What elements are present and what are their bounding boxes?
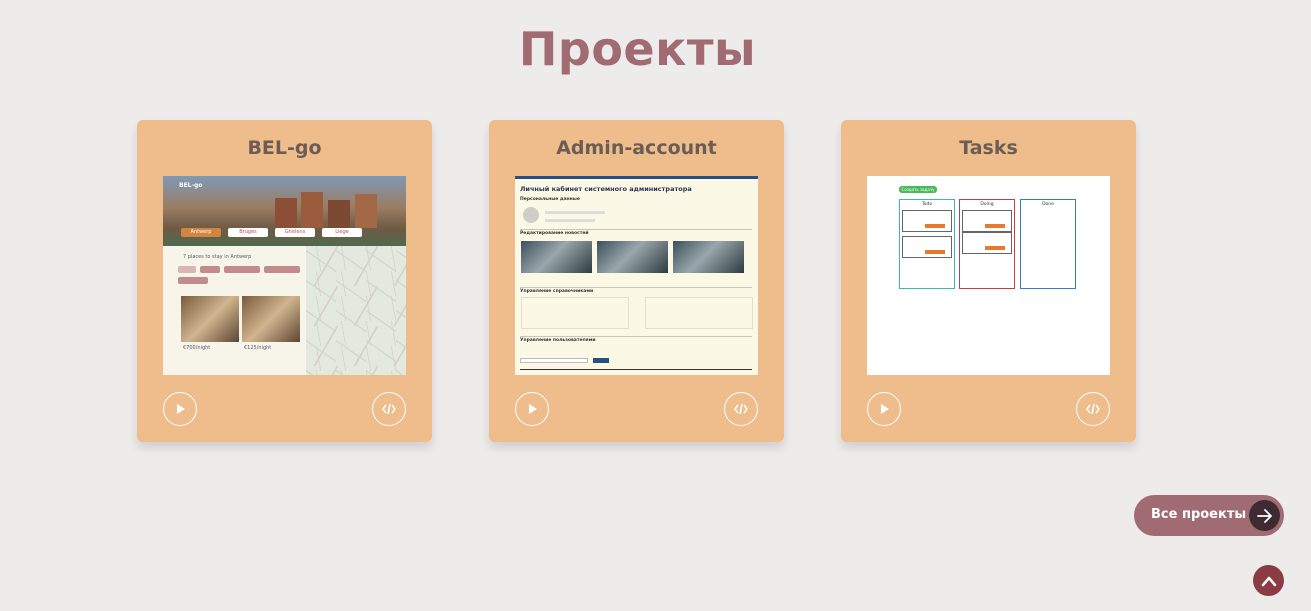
preview-tab: Antwerp xyxy=(181,228,221,237)
column-title: Todo xyxy=(921,202,933,207)
preview-column-done: Done xyxy=(1020,199,1076,289)
project-title: BEL-go xyxy=(247,137,322,159)
preview-tab: Ghelens xyxy=(275,228,315,237)
play-button[interactable] xyxy=(867,392,901,426)
preview-section: Управление пользователями xyxy=(520,338,596,343)
preview-hero: BEL-go Antwerp Bruges Ghelens Liege xyxy=(163,176,406,246)
project-preview-image[interactable]: Создать задачу Todo Doing Done xyxy=(867,176,1110,375)
preview-search-input xyxy=(520,358,588,363)
project-card-tasks: Tasks Создать задачу Todo Doing Done xyxy=(841,120,1136,442)
play-icon xyxy=(177,404,185,414)
preview-column-todo: Todo xyxy=(899,199,955,289)
preview-tab: Liege xyxy=(322,228,362,237)
preview-logo: BEL-go xyxy=(179,182,203,189)
code-icon xyxy=(382,403,396,415)
preview-column-doing: Doing xyxy=(959,199,1015,289)
all-projects-label: Все проекты xyxy=(1151,507,1247,522)
chevron-up-icon xyxy=(1261,576,1276,586)
scroll-top-button[interactable] xyxy=(1253,565,1284,596)
avatar xyxy=(523,207,539,223)
preview-section: Редактирование новостей xyxy=(520,231,589,236)
project-preview-image[interactable]: Личный кабинет системного администратора… xyxy=(515,176,758,375)
code-button[interactable] xyxy=(1076,392,1110,426)
column-title: Done xyxy=(1042,202,1054,207)
code-button[interactable] xyxy=(724,392,758,426)
project-preview-image[interactable]: BEL-go Antwerp Bruges Ghelens Liege 7 pl… xyxy=(163,176,406,375)
section-title: Проекты xyxy=(518,22,757,76)
preview-section: Персональные данные xyxy=(520,197,580,202)
preview-section: Управление справочниками xyxy=(520,289,594,294)
preview-price: €700/night xyxy=(183,345,211,351)
project-title: Tasks xyxy=(959,137,1018,159)
play-button[interactable] xyxy=(515,392,549,426)
preview-map xyxy=(306,246,406,375)
play-icon xyxy=(881,404,889,414)
project-title: Admin-account xyxy=(556,137,717,159)
code-icon xyxy=(1086,403,1100,415)
all-projects-button[interactable]: Все проекты xyxy=(1134,495,1284,536)
preview-listing: 7 places to stay in Antwerp €700/night €… xyxy=(163,246,306,375)
column-title: Doing xyxy=(980,202,994,207)
preview-search-button xyxy=(593,358,609,363)
preview-heading: 7 places to stay in Antwerp xyxy=(183,254,252,260)
preview-heading: Личный кабинет системного администратора xyxy=(520,185,692,193)
play-icon xyxy=(529,404,537,414)
play-button[interactable] xyxy=(163,392,197,426)
preview-add-task-button: Создать задачу xyxy=(899,186,937,193)
preview-admin-page: Личный кабинет системного администратора… xyxy=(515,176,758,375)
project-card-admin-account: Admin-account Личный кабинет системного … xyxy=(489,120,784,442)
code-button[interactable] xyxy=(372,392,406,426)
code-icon xyxy=(734,403,748,415)
arrow-right-icon xyxy=(1249,500,1280,531)
preview-tab: Bruges xyxy=(228,228,268,237)
preview-price: €125/night xyxy=(244,345,272,351)
project-card-bel-go: BEL-go BEL-go Antwerp Bruges Ghelens Lie… xyxy=(137,120,432,442)
